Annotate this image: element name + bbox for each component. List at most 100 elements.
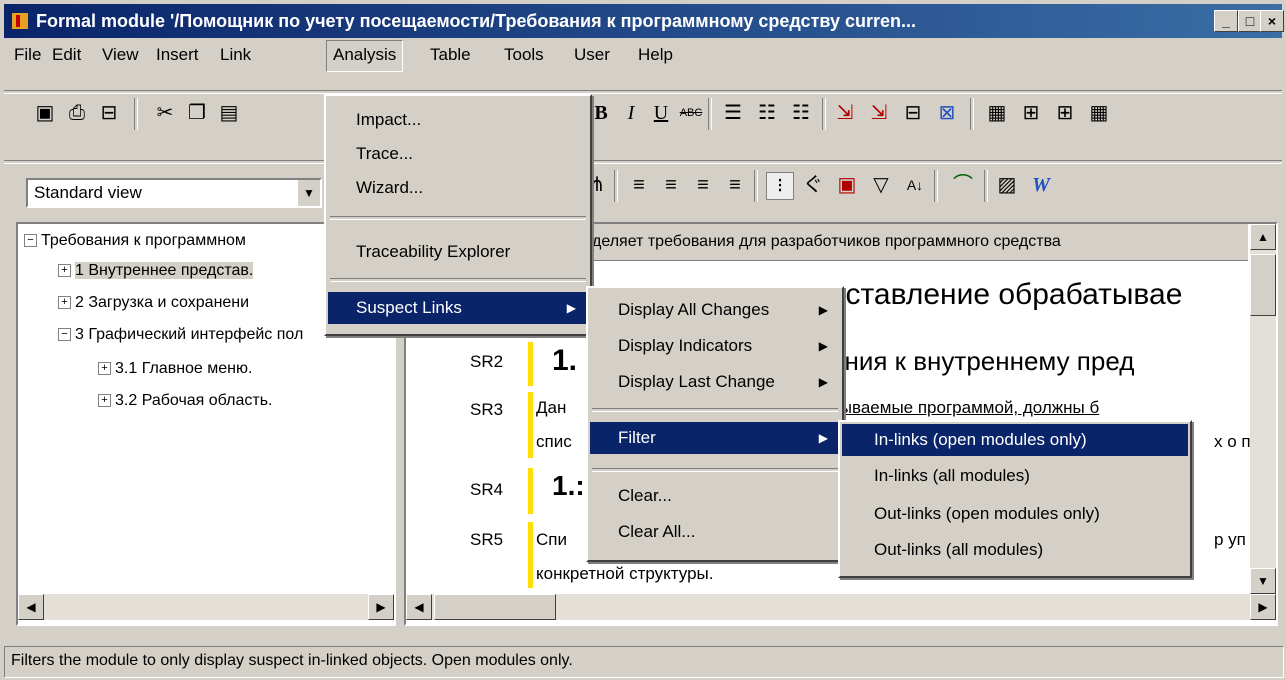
filter-menu: In-links (open modules only) In-links (a…: [838, 420, 1192, 578]
collapse-icon[interactable]: −: [58, 328, 71, 342]
view-combo[interactable]: Standard view ▼: [26, 178, 322, 208]
menu-item-in-links-all[interactable]: In-links (all modules): [842, 460, 1188, 492]
save-icon[interactable]: ▣: [32, 100, 58, 126]
scroll-right-icon[interactable]: ▶: [368, 594, 394, 620]
scroll-thumb[interactable]: [1250, 254, 1276, 316]
menu-analysis[interactable]: Analysis: [326, 40, 404, 72]
toolbar-separator: [134, 98, 138, 130]
arrow-icon[interactable]: ⌒: [950, 172, 976, 198]
menu-file[interactable]: File: [8, 40, 47, 70]
expand-icon[interactable]: +: [58, 296, 71, 310]
expand-icon[interactable]: +: [58, 264, 71, 278]
menu-item-trace[interactable]: Trace...: [328, 138, 588, 170]
menu-item-wizard[interactable]: Wizard...: [328, 172, 588, 204]
menu-item-display-all-changes[interactable]: Display All Changes ▶: [590, 294, 840, 326]
maximize-button[interactable]: □: [1238, 10, 1262, 32]
object-properties-icon[interactable]: ⊟: [900, 100, 926, 126]
toolbar-separator: [708, 98, 712, 130]
menu-item-filter[interactable]: Filter ▶: [590, 422, 840, 454]
minimize-button[interactable]: _: [1214, 10, 1238, 32]
expand-icon[interactable]: +: [98, 394, 111, 408]
grid-icon[interactable]: ▦: [1086, 100, 1112, 126]
insert-row-icon[interactable]: ⊞: [1052, 100, 1078, 126]
italic-icon[interactable]: I: [618, 100, 644, 126]
outline-icon[interactable]: ⁝: [766, 172, 794, 200]
tool-icon[interactable]: ▨: [994, 172, 1020, 198]
table-icon[interactable]: ▦: [984, 100, 1010, 126]
word-export-icon[interactable]: W: [1028, 172, 1054, 198]
tree-item-2[interactable]: +2 Загрузка и сохранени: [58, 294, 249, 312]
menu-item-out-links-all[interactable]: Out-links (all modules): [842, 534, 1188, 566]
insert-object-icon[interactable]: ⇲: [832, 100, 858, 126]
cut-icon[interactable]: ✂: [152, 100, 178, 126]
menu-link[interactable]: Link: [214, 40, 257, 70]
properties-icon[interactable]: ⊟: [96, 100, 122, 126]
chevron-down-icon[interactable]: ▼: [297, 180, 320, 206]
menu-item-impact[interactable]: Impact...: [328, 104, 588, 136]
align-right-icon[interactable]: ≡: [690, 172, 716, 198]
outdent-icon[interactable]: ☷: [788, 100, 814, 126]
menu-user[interactable]: User: [568, 40, 616, 70]
menu-item-suspect-links[interactable]: Suspect Links ▶: [328, 292, 588, 324]
delete-object-icon[interactable]: ⊠: [934, 100, 960, 126]
scroll-up-icon[interactable]: ▲: [1250, 224, 1276, 250]
menu-item-out-links-open[interactable]: Out-links (open modules only): [842, 498, 1188, 530]
insert-column-icon[interactable]: ⊞: [1018, 100, 1044, 126]
tree-item-root[interactable]: − Требования к программном: [24, 232, 246, 250]
tree-item-label: 1 Внутреннее представ.: [75, 262, 254, 279]
menu-item-label: Suspect Links: [356, 298, 462, 317]
menu-item-traceability-explorer[interactable]: Traceability Explorer: [328, 236, 588, 268]
justify-icon[interactable]: ≡: [722, 172, 748, 198]
menu-item-in-links-open[interactable]: In-links (open modules only): [842, 424, 1188, 456]
filter-icon[interactable]: ▽: [868, 172, 894, 198]
insert-below-icon[interactable]: ⇲: [866, 100, 892, 126]
title-bar[interactable]: Formal module '/Помощник по учету посеща…: [4, 4, 1284, 38]
strikethrough-icon[interactable]: ABC: [678, 100, 704, 126]
tree-hscrollbar[interactable]: ◀ ▶: [18, 594, 394, 620]
tree-item-label: Требования к программном: [41, 232, 246, 249]
scroll-left-icon[interactable]: ◀: [18, 594, 44, 620]
menu-separator: [330, 216, 586, 220]
expand-icon[interactable]: +: [98, 362, 111, 376]
tree-item-1[interactable]: +1 Внутреннее представ.: [58, 262, 254, 280]
content-vscrollbar[interactable]: ▲ ▼: [1250, 224, 1276, 594]
scroll-right-icon[interactable]: ▶: [1250, 594, 1276, 620]
menu-item-display-indicators[interactable]: Display Indicators ▶: [590, 330, 840, 362]
hscroll-thumb[interactable]: [434, 594, 556, 620]
menu-tools[interactable]: Tools: [498, 40, 550, 70]
menu-view[interactable]: View: [96, 40, 145, 70]
menu-help[interactable]: Help: [632, 40, 679, 70]
align-center-icon[interactable]: ≡: [658, 172, 684, 198]
collapse-icon[interactable]: −: [24, 234, 37, 248]
underline-icon[interactable]: U: [648, 100, 674, 126]
tree-item-3-1[interactable]: +3.1 Главное меню.: [98, 360, 252, 378]
analysis-menu: Impact... Trace... Wizard... Traceabilit…: [324, 94, 592, 336]
sort-icon[interactable]: A↓: [902, 172, 928, 198]
links-icon[interactable]: ぐ: [800, 172, 826, 198]
menu-item-clear[interactable]: Clear...: [590, 480, 840, 512]
tree-item-3-2[interactable]: +3.2 Рабочая область.: [98, 392, 272, 410]
tree-item-label: 2 Загрузка и сохранени: [75, 294, 250, 311]
content-hscrollbar[interactable]: ◀ ▶: [406, 594, 1276, 620]
status-text: Filters the module to only display suspe…: [11, 652, 573, 669]
document-icon[interactable]: ▣: [834, 172, 860, 198]
menu-table[interactable]: Table: [424, 40, 477, 70]
row-id: SR5: [470, 530, 504, 549]
menu-edit[interactable]: Edit: [46, 40, 87, 70]
align-left-icon[interactable]: ≡: [626, 172, 652, 198]
indent-icon[interactable]: ☷: [754, 100, 780, 126]
menu-item-label: Display Indicators: [618, 336, 753, 355]
print-icon[interactable]: ⎙: [64, 100, 90, 126]
menu-item-clear-all[interactable]: Clear All...: [590, 516, 840, 548]
header-text: деляет требования для разработчиков прог…: [592, 233, 1061, 250]
scroll-left-icon[interactable]: ◀: [406, 594, 432, 620]
bullets-icon[interactable]: ☰: [720, 100, 746, 126]
copy-icon[interactable]: ❐: [184, 100, 210, 126]
paste-icon[interactable]: ▤: [216, 100, 242, 126]
menu-item-display-last-change[interactable]: Display Last Change ▶: [590, 366, 840, 398]
window-title: Formal module '/Помощник по учету посеща…: [36, 11, 917, 31]
close-button[interactable]: ×: [1260, 10, 1284, 32]
scroll-down-icon[interactable]: ▼: [1250, 568, 1276, 594]
menu-insert[interactable]: Insert: [150, 40, 205, 70]
tree-item-3[interactable]: −3 Графический интерфейс пол: [58, 326, 303, 344]
